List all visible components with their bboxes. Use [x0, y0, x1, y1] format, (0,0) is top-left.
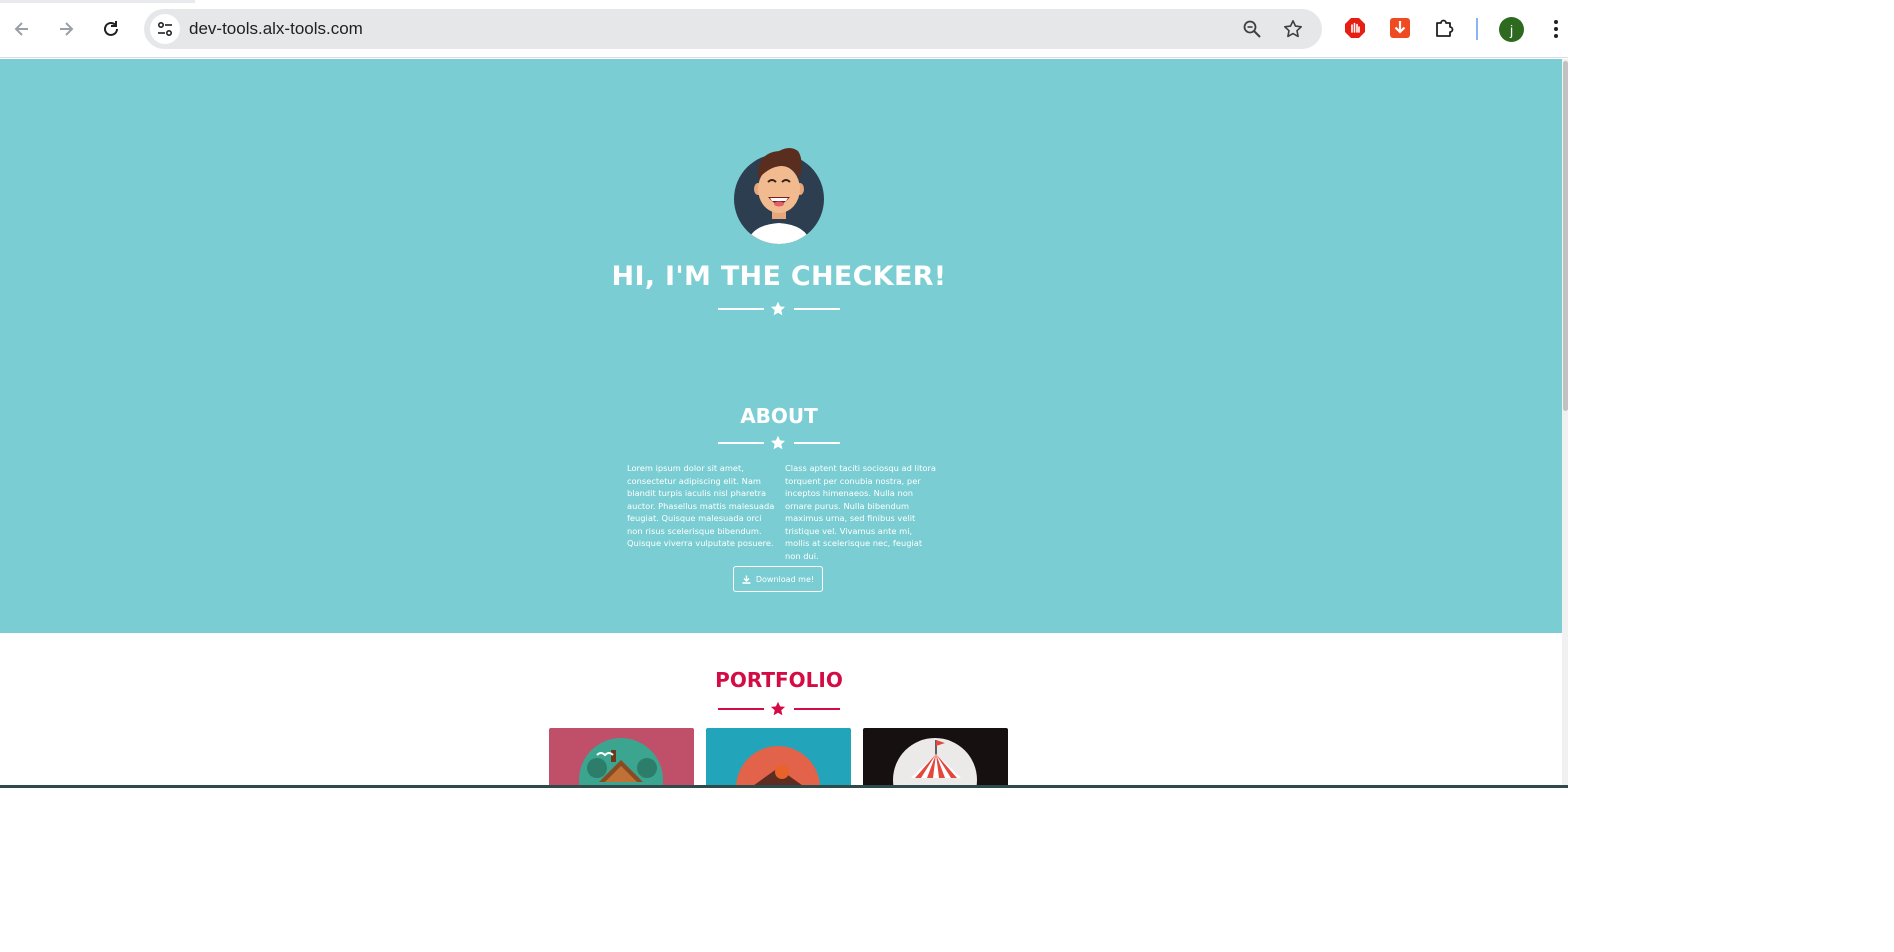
- star-icon: [770, 435, 786, 450]
- address-bar[interactable]: dev-tools.alx-tools.com: [144, 9, 1322, 49]
- arrow-right-icon: [60, 22, 74, 36]
- browser-menu-button[interactable]: [1548, 16, 1564, 42]
- adblock-extension-button[interactable]: [1343, 16, 1367, 40]
- portfolio-item-cabin[interactable]: [549, 728, 694, 788]
- circus-tent-icon: [893, 738, 977, 788]
- scrollbar-thumb[interactable]: [1563, 61, 1568, 411]
- about-text-left: Lorem ipsum dolor sit amet, consectetur …: [627, 463, 775, 548]
- bookmark-button[interactable]: [1281, 17, 1305, 41]
- download-extension-button[interactable]: [1388, 16, 1412, 40]
- toolbar-separator: [1476, 18, 1478, 40]
- reload-icon: [104, 21, 118, 36]
- hero-title: HI, I'M THE CHECKER!: [611, 261, 947, 292]
- profile-avatar-button[interactable]: j: [1499, 17, 1524, 42]
- cabin-icon: [579, 738, 663, 788]
- divider-line-left: [718, 308, 764, 310]
- stop-hand-icon: [1345, 18, 1365, 38]
- active-tab-indicator: [0, 0, 195, 3]
- site-info-button[interactable]: [150, 14, 180, 44]
- divider-line-right: [794, 308, 840, 310]
- star-icon: [770, 301, 786, 316]
- hero-divider: [718, 301, 840, 317]
- about-text-right: Class aptent taciti sociosqu ad litora t…: [785, 463, 936, 561]
- portfolio-title: PORTFOLIO: [715, 668, 843, 692]
- portfolio-item-circus[interactable]: [863, 728, 1008, 788]
- arrow-left-icon: [14, 22, 28, 36]
- profile-avatar-image: [734, 148, 824, 244]
- cake-icon: [736, 746, 820, 788]
- divider-line-right: [794, 442, 840, 444]
- window-bottom-edge: [0, 785, 1568, 788]
- tune-icon: [157, 21, 173, 37]
- back-button[interactable]: [7, 14, 37, 44]
- puzzle-icon: [1436, 19, 1454, 37]
- page-viewport: HI, I'M THE CHECKER! ABOUT Lorem ipsum d…: [0, 59, 1562, 788]
- zoom-out-icon: [1243, 20, 1261, 38]
- url-text[interactable]: dev-tools.alx-tools.com: [189, 19, 363, 39]
- forward-button[interactable]: [51, 14, 81, 44]
- about-title: ABOUT: [740, 404, 818, 428]
- divider-line-right: [794, 708, 840, 710]
- download-arrow-icon: [1390, 18, 1410, 38]
- reload-button[interactable]: [96, 14, 126, 44]
- star-outline-icon: [1284, 20, 1302, 38]
- browser-toolbar: dev-tools.alx-tools.com j: [0, 0, 1568, 58]
- download-button[interactable]: Download me!: [733, 566, 823, 592]
- about-divider: [718, 435, 840, 451]
- hero-section: HI, I'M THE CHECKER! ABOUT Lorem ipsum d…: [0, 59, 1562, 633]
- portfolio-section: PORTFOLIO: [0, 633, 1562, 788]
- download-button-label: Download me!: [755, 574, 815, 584]
- divider-line-left: [718, 442, 764, 444]
- download-icon: [742, 575, 751, 584]
- portfolio-divider: [718, 701, 840, 717]
- extensions-button[interactable]: [1433, 16, 1457, 40]
- zoom-button[interactable]: [1240, 17, 1264, 41]
- portfolio-item-cake[interactable]: [706, 728, 851, 788]
- page-scrollbar[interactable]: [1562, 59, 1568, 788]
- more-vertical-icon: [1554, 20, 1558, 38]
- divider-line-left: [718, 708, 764, 710]
- star-icon: [770, 701, 786, 716]
